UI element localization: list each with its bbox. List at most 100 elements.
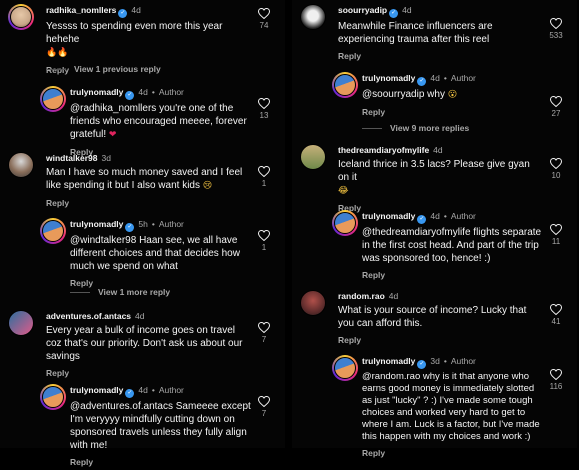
like-button[interactable]: 116 — [545, 369, 567, 391]
timestamp: 4d — [138, 87, 148, 97]
username[interactable]: windtalker98 — [46, 153, 98, 163]
timestamp: 4d — [430, 211, 440, 221]
timestamp: 4d — [402, 5, 412, 15]
username[interactable]: random.rao — [338, 291, 385, 301]
heart-icon — [550, 224, 562, 235]
heart-icon — [258, 98, 270, 109]
username[interactable]: trulynomadly — [362, 73, 415, 83]
username[interactable]: soourryadip — [338, 5, 387, 15]
author-avatar[interactable] — [332, 72, 358, 98]
avatar[interactable] — [300, 290, 326, 316]
username[interactable]: trulynomadly — [70, 385, 123, 395]
timestamp: 4d — [131, 5, 141, 15]
verified-badge-icon: ✓ — [389, 9, 399, 18]
username[interactable]: adventures.of.antacs — [46, 311, 131, 321]
username[interactable]: trulynomadly — [362, 356, 415, 366]
heart-icon — [550, 158, 562, 169]
author-avatar[interactable] — [40, 218, 66, 244]
verified-badge-icon: ✓ — [417, 360, 427, 369]
like-button[interactable]: 533 — [545, 18, 567, 40]
avatar[interactable] — [8, 310, 34, 336]
like-button[interactable]: 11 — [545, 224, 567, 246]
comment-text: @adventures.of.antacs Sameeee except I'm… — [70, 401, 251, 451]
heart-icon — [550, 369, 562, 380]
laughing-emoji: 😂 — [338, 186, 349, 196]
heart-icon — [550, 96, 562, 107]
reply-button[interactable]: Reply — [338, 335, 361, 345]
author-avatar[interactable] — [332, 210, 358, 236]
timestamp: 4d — [433, 145, 443, 155]
avatar[interactable] — [300, 144, 326, 170]
comment-text: Iceland thrice in 3.5 lacs? Please give … — [338, 159, 530, 196]
username[interactable]: trulynomadly — [70, 87, 123, 97]
reply-button[interactable]: Reply — [362, 107, 385, 117]
username[interactable]: trulynomadly — [362, 211, 415, 221]
timestamp: 4d — [138, 385, 148, 395]
reply-button[interactable]: Reply — [70, 457, 93, 467]
comment-text: @random.rao why is it that anyone who ea… — [362, 371, 540, 442]
right-comments-column: soourryadip ✓ 4d Meanwhile Finance influen… — [292, 0, 577, 458]
timestamp: 3d — [101, 153, 111, 163]
heart-emoji: ❤ — [108, 130, 117, 140]
like-button[interactable]: 1 — [253, 166, 275, 188]
like-count: 116 — [549, 382, 563, 391]
comment-text: What is your source of income? Lucky tha… — [338, 305, 527, 329]
like-button[interactable]: 41 — [545, 304, 567, 326]
left-comments-column: radhika_nomllers ✓ 4d Yessss to spending e… — [0, 0, 285, 467]
view-previous-replies[interactable]: View 1 previous reply — [46, 64, 161, 74]
avatar[interactable] — [8, 4, 34, 30]
like-button[interactable]: 7 — [253, 396, 275, 418]
username[interactable]: thedreamdiaryofmylife — [338, 145, 429, 155]
view-more-replies[interactable]: View 1 more reply — [70, 287, 170, 297]
like-count: 533 — [549, 31, 563, 40]
author-label: Author — [450, 211, 476, 221]
reply-button[interactable]: Reply — [362, 448, 385, 458]
author-label: Author — [450, 356, 476, 366]
timestamp: 4d — [135, 311, 145, 321]
like-count: 74 — [259, 21, 269, 30]
like-button[interactable]: 1 — [253, 230, 275, 252]
reply-button[interactable]: Reply — [338, 51, 361, 61]
comment-text: Every year a bulk of income goes on trav… — [46, 325, 243, 362]
comment-text: Meanwhile Finance influencers are experi… — [338, 21, 493, 45]
like-button[interactable]: 27 — [545, 96, 567, 118]
comment-text: @thedreamdiaryofmylife flights separate … — [362, 227, 542, 264]
author-avatar[interactable] — [40, 86, 66, 112]
divider-line — [46, 69, 66, 71]
reply-button[interactable]: Reply — [46, 368, 69, 378]
heart-icon — [258, 230, 270, 241]
timestamp: 4d — [430, 73, 440, 83]
like-count: 10 — [551, 171, 561, 180]
like-count: 41 — [551, 317, 561, 326]
verified-badge-icon: ✓ — [125, 91, 135, 100]
sad-emoji: 😢 — [202, 181, 213, 191]
heart-icon — [258, 8, 270, 19]
like-button[interactable]: 74 — [253, 8, 275, 30]
view-more-replies[interactable]: View 9 more replies — [362, 123, 469, 133]
heart-icon — [550, 18, 562, 29]
timestamp: 5h — [138, 219, 148, 229]
author-avatar[interactable] — [332, 355, 358, 381]
heart-icon — [258, 322, 270, 333]
author-avatar[interactable] — [40, 384, 66, 410]
author-label: Author — [450, 73, 476, 83]
like-button[interactable]: 7 — [253, 322, 275, 344]
like-count: 1 — [261, 179, 267, 188]
like-button[interactable]: 10 — [545, 158, 567, 180]
like-count: 27 — [551, 109, 561, 118]
reply-button[interactable]: Reply — [362, 270, 385, 280]
verified-badge-icon: ✓ — [125, 389, 135, 398]
username[interactable]: trulynomadly — [70, 219, 123, 229]
verified-badge-icon: ✓ — [417, 77, 427, 86]
like-count: 11 — [551, 237, 561, 246]
comment-text: @soourryadip why 😮 — [362, 89, 458, 100]
reply-button[interactable]: Reply — [46, 198, 69, 208]
like-button[interactable]: 13 — [253, 98, 275, 120]
heart-icon — [550, 304, 562, 315]
avatar[interactable] — [8, 152, 34, 178]
avatar[interactable] — [300, 4, 326, 30]
like-count: 7 — [261, 335, 267, 344]
timestamp: 4d — [388, 291, 399, 301]
author-label: Author — [158, 219, 184, 229]
username[interactable]: radhika_nomllers — [46, 5, 116, 15]
